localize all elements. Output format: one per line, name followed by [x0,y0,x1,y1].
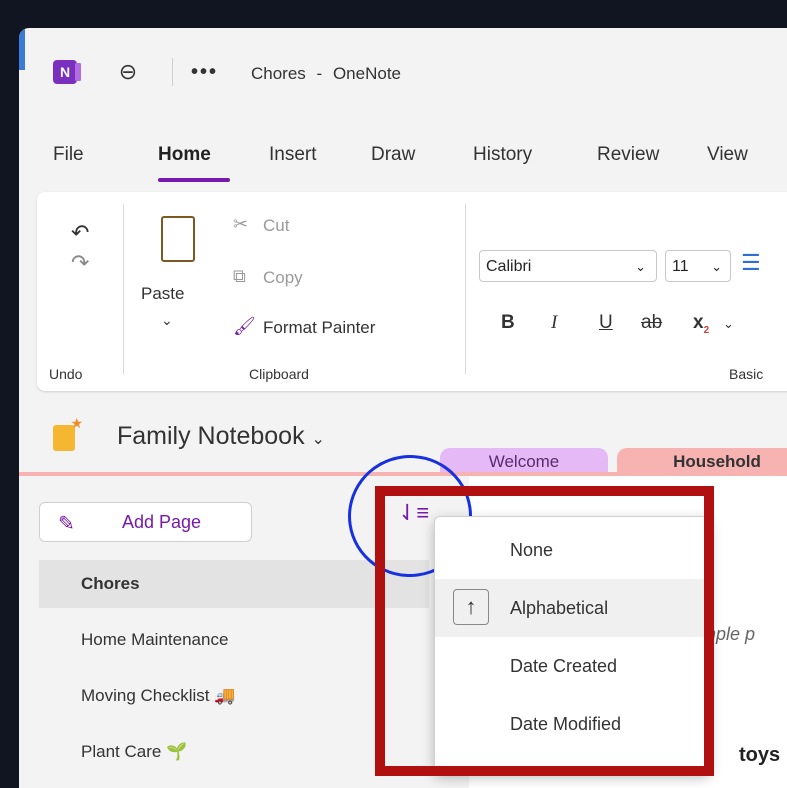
add-page-icon: ✎ [58,513,75,535]
paste-icon[interactable] [161,216,195,262]
menu-review[interactable]: Review [597,144,659,166]
menu-insert[interactable]: Insert [269,144,317,166]
onenote-app-icon: N [53,60,81,84]
subscript-button[interactable]: x2 [693,312,709,336]
back-button[interactable]: ⊖ [114,58,142,86]
paste-chevron-icon[interactable]: ⌄ [161,312,173,329]
ribbon-divider [123,204,124,374]
notebook-name: Family Notebook [117,422,305,450]
menu-history[interactable]: History [473,144,532,166]
font-size-value: 11 [672,258,689,275]
menu-home[interactable]: Home [158,144,211,166]
title-separator: - [316,64,323,83]
underline-button[interactable]: U [599,312,613,334]
ribbon-divider [465,204,466,374]
window-title: Chores - OneNote [251,64,401,84]
menu-draw[interactable]: Draw [371,144,415,166]
undo-icon[interactable]: ↶ [71,220,89,246]
add-page-label: Add Page [122,512,202,532]
italic-button[interactable]: I [551,312,557,334]
title-bar: N ⊖ ••• Chores - OneNote [19,28,787,126]
basic-text-group-label: Basic [729,366,764,382]
undo-group-label: Undo [49,366,83,382]
app-name: OneNote [332,64,401,83]
more-options-button[interactable]: ••• [191,58,218,86]
active-tab-indicator [158,178,230,182]
bold-button[interactable]: B [501,312,515,334]
chevron-down-icon: ⌄ [711,259,722,274]
page-item-plant-care[interactable]: Plant Care 🌱 [39,728,429,776]
strikethrough-button[interactable]: ab [641,312,662,334]
font-size-dropdown[interactable]: 11 ⌄ [665,250,731,282]
format-painter-button[interactable]: Format Painter [263,318,375,338]
menu-file[interactable]: File [53,144,84,166]
chevron-down-icon[interactable]: ⌄ [723,316,734,332]
copy-icon[interactable]: ⧉ [233,266,246,287]
bullets-icon[interactable]: ☰ [741,250,761,276]
clipboard-group-label: Clipboard [249,366,309,382]
ribbon: ↶ ↷ Undo Paste ⌄ ✂ Cut ⧉ Copy 🖌 Format P… [37,192,787,391]
redo-icon[interactable]: ↷ [71,250,89,276]
page-item-chores[interactable]: Chores [39,560,429,608]
page-item-moving-checklist[interactable]: Moving Checklist 🚚 [39,672,429,720]
cut-icon[interactable]: ✂ [233,214,248,235]
paste-button[interactable]: Paste [141,284,184,304]
copy-button[interactable]: Copy [263,268,303,288]
notebook-icon [53,415,83,451]
note-todo-text: toys [739,744,781,766]
font-family-dropdown[interactable]: Calibri ⌄ [479,250,657,282]
chevron-down-icon: ⌄ [635,259,646,274]
titlebar-divider [172,58,173,86]
menu-view[interactable]: View [707,144,748,166]
subscript-label: x [693,312,704,333]
format-painter-icon[interactable]: 🖌 [233,316,256,337]
cut-button[interactable]: Cut [263,216,289,236]
font-family-value: Calibri [486,258,532,275]
annotation-frame [375,486,714,776]
chevron-down-icon: ⌄ [311,431,325,448]
page-item-home-maintenance[interactable]: Home Maintenance [39,616,429,664]
notebook-selector[interactable]: Family Notebook ⌄ [117,422,325,451]
add-page-button[interactable]: ✎ Add Page [39,502,252,542]
page-title-text: Chores [251,64,306,83]
